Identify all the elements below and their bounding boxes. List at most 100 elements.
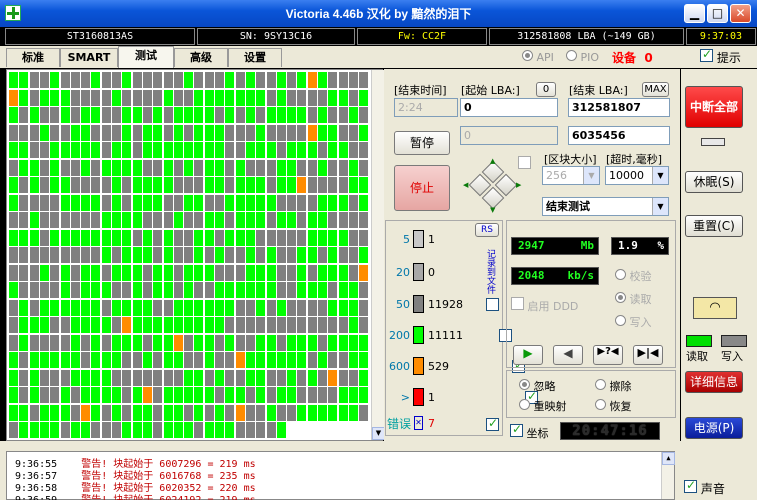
block-cell (112, 387, 121, 403)
block-cell (256, 89, 266, 106)
block-cell (163, 142, 173, 158)
block-cell (215, 264, 224, 281)
stats-row-label: 5 (403, 233, 410, 246)
stop-button[interactable]: 停止 (394, 165, 450, 211)
read-option[interactable]: 读取 (615, 291, 652, 307)
read-radio[interactable] (615, 292, 626, 303)
pio-radio[interactable] (566, 50, 577, 61)
block-cell (245, 72, 255, 88)
read-led (686, 335, 712, 347)
write-label: 写入 (629, 316, 652, 329)
block-cell (173, 107, 183, 123)
erase-radio[interactable] (595, 379, 606, 390)
block-cell (142, 177, 152, 193)
block-cell (359, 404, 369, 421)
sleep-button[interactable]: 休眠(S) (685, 171, 743, 193)
minimize-button[interactable]: ▁ (684, 4, 705, 23)
sound-checkbox[interactable] (684, 478, 697, 493)
ddd-checkbox[interactable] (511, 297, 524, 310)
block-cell (266, 159, 276, 176)
block-cell (81, 369, 91, 386)
block-cell (81, 142, 91, 158)
start-lba-field[interactable]: 0 (460, 98, 558, 117)
close-button[interactable]: ✕ (730, 4, 751, 23)
block-size-select[interactable]: 256 ▼ (542, 166, 600, 185)
block-cell (318, 299, 327, 316)
erase-option[interactable]: 擦除 (595, 378, 632, 394)
play-button[interactable]: ▶ (513, 345, 543, 365)
write-option[interactable]: 写入 (615, 314, 652, 330)
maximize-button[interactable]: □ (707, 4, 728, 23)
block-cell (194, 212, 204, 228)
block-cell (153, 124, 163, 141)
verify-radio[interactable] (615, 269, 626, 280)
reset-button[interactable]: 重置(C) (685, 215, 743, 237)
block-cell (70, 229, 80, 246)
hint-checkbox[interactable] (700, 47, 713, 62)
skip-button[interactable]: ▶|◀ (633, 345, 663, 365)
restore-radio[interactable] (595, 399, 606, 410)
api-radio[interactable] (522, 50, 533, 61)
block-cell (101, 299, 111, 316)
sound-option[interactable]: 声音 (684, 478, 725, 497)
start-lba-zero-button[interactable]: 0 (536, 82, 556, 97)
break-all-button[interactable]: 中断全部 (685, 86, 743, 128)
block-size-value: 256 (546, 169, 567, 182)
ignore-radio[interactable] (519, 379, 530, 390)
write-radio[interactable] (615, 315, 626, 326)
block-cell (142, 299, 152, 316)
block-cell (39, 194, 49, 211)
seek-test-button[interactable]: ▶?◀ (593, 345, 623, 365)
block-cell (194, 352, 204, 368)
tab-standard[interactable]: 标准 (6, 48, 60, 67)
end-lba-max-button[interactable]: MAX (642, 82, 669, 97)
verify-option[interactable]: 校验 (615, 268, 652, 284)
end-time-field[interactable]: 2:24 (394, 98, 458, 117)
block-cell (297, 212, 307, 228)
restore-option[interactable]: 恢复 (595, 398, 632, 414)
block-cell (173, 404, 183, 421)
errors-checkbox[interactable] (486, 416, 499, 431)
ignore-option[interactable]: 忽略 (519, 378, 556, 394)
block-cell (132, 334, 142, 351)
pause-button[interactable]: 暂停 (394, 131, 450, 155)
remap-option[interactable]: 重映射 (519, 398, 567, 414)
block-cell (266, 404, 276, 421)
block-cell (153, 282, 163, 298)
grid-checkbox[interactable] (510, 422, 523, 437)
block-cell (173, 229, 183, 246)
grid-option[interactable]: 坐标 (510, 422, 549, 441)
block-cell (101, 282, 111, 298)
block-cell (60, 72, 70, 88)
block-cell (153, 369, 163, 386)
speed-value: 2048 (518, 269, 545, 282)
ddd-option[interactable]: 启用 DDD (511, 297, 578, 314)
reset-stats-button[interactable]: RS (475, 223, 499, 237)
block-cell (359, 159, 369, 176)
log-scrollbar[interactable]: ▲ (661, 452, 675, 499)
timeout-select[interactable]: 10000 ▼ (605, 166, 669, 185)
remap-radio[interactable] (519, 399, 530, 410)
block-cell (29, 387, 39, 403)
end-action-select[interactable]: 结束测试 ▼ (542, 197, 669, 216)
power-button[interactable]: 电源(P) (685, 417, 743, 439)
log-scroll-up-button[interactable]: ▲ (662, 452, 675, 465)
block-cell (276, 317, 286, 333)
speed-unit: kb/s (567, 269, 595, 282)
map-scrollbar[interactable]: ▼ (371, 70, 385, 440)
block-cell (70, 352, 80, 368)
block-cell (235, 177, 245, 193)
tab-tests[interactable]: 测试 (118, 46, 174, 68)
errors-option[interactable] (486, 416, 499, 434)
rewind-button[interactable]: ◀ (553, 345, 583, 365)
direction-pad[interactable]: ▲ ◀ ▶ ▼ (462, 156, 524, 216)
pio-mode-option[interactable]: PIO (566, 50, 599, 64)
details-button[interactable]: 详细信息 (685, 371, 743, 393)
end-lba-field[interactable]: 312581807 (568, 98, 670, 117)
tab-advanced[interactable]: 高级 (174, 48, 228, 67)
tab-settings[interactable]: 设置 (228, 48, 282, 67)
title-bar[interactable]: Victoria 4.46b 汉化 by 黯然的泪下 ▁ □ ✕ (0, 0, 757, 27)
tab-smart[interactable]: SMART (60, 48, 118, 67)
hint-option[interactable]: 提示 (700, 47, 741, 66)
api-mode-option[interactable]: API (522, 50, 554, 64)
